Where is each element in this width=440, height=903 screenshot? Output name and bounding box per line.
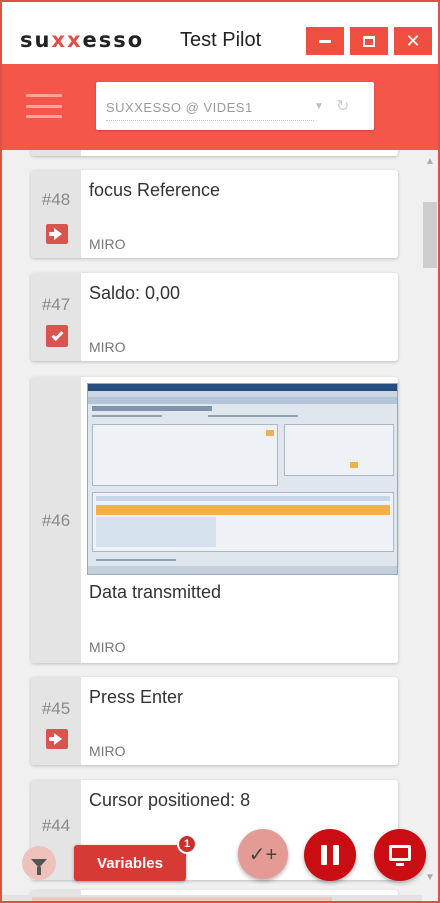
thumbnail-panel — [284, 424, 394, 476]
hamburger-line — [26, 94, 62, 97]
hamburger-icon[interactable] — [26, 94, 62, 118]
step-number-column — [31, 273, 81, 361]
thumbnail-table-row — [96, 505, 390, 515]
step-module: MIRO — [89, 339, 126, 355]
step-card[interactable]: #48 focus Reference MIRO — [31, 170, 398, 258]
arrow-right-icon — [46, 729, 68, 749]
close-button[interactable]: ✕ — [394, 27, 432, 55]
scroll-up-icon[interactable]: ▲ — [425, 156, 435, 167]
thumbnail-toolbar — [88, 397, 397, 404]
logo-part: su — [20, 28, 52, 52]
title-bar[interactable]: suxxesso Test Pilot ✕ — [2, 2, 438, 64]
minimize-icon — [319, 39, 331, 43]
step-module: MIRO — [89, 236, 126, 252]
suxxesso-logo: suxxesso — [20, 28, 144, 52]
step-module: MIRO — [89, 743, 126, 759]
step-number: #47 — [41, 295, 71, 314]
variables-button[interactable]: Variables — [74, 845, 186, 881]
step-number-column — [31, 170, 81, 258]
thumbnail-highlight — [266, 430, 274, 436]
step-title: focus Reference — [89, 180, 221, 200]
project-select[interactable]: SUXXESSO @ VIDES1 ▼ ↻ — [96, 82, 374, 130]
step-title: Data transmitted — [89, 582, 222, 602]
thumbnail-panel — [92, 424, 278, 486]
step-number: #48 — [41, 190, 71, 209]
add-checkpoint-button[interactable]: ✓+ — [238, 829, 288, 879]
step-module: MIRO — [89, 639, 126, 655]
step-title: Press Enter — [89, 687, 184, 707]
step-list[interactable]: #48 focus Reference MIRO #47 Saldo: 0,00… — [2, 150, 438, 901]
scroll-down-icon[interactable]: ▼ — [425, 872, 435, 883]
monitor-icon — [389, 845, 411, 866]
check-icon — [46, 325, 68, 347]
project-select-underline — [106, 120, 314, 121]
thumbnail-line — [208, 415, 298, 417]
toolbar: SUXXESSO @ VIDES1 ▼ ↻ — [2, 64, 438, 150]
step-number-column — [31, 150, 81, 156]
pause-button[interactable] — [304, 829, 356, 881]
maximize-button[interactable] — [350, 27, 388, 55]
thumbnail-heading — [92, 406, 212, 411]
screen-button[interactable] — [374, 829, 426, 881]
variables-count-badge: 1 — [177, 834, 197, 854]
screenshot-thumbnail[interactable] — [87, 383, 398, 575]
step-number-column — [31, 677, 81, 765]
checkpoint-icon: ✓+ — [248, 843, 278, 866]
step-card-partial[interactable] — [31, 150, 398, 156]
step-number: #45 — [41, 699, 71, 718]
scrollbar-thumb[interactable] — [423, 202, 437, 268]
filter-button[interactable] — [22, 846, 56, 880]
step-card[interactable]: #47 Saldo: 0,00 MIRO — [31, 273, 398, 361]
close-icon: ✕ — [405, 30, 421, 51]
horizontal-scrollbar-thumb[interactable] — [32, 897, 332, 901]
arrow-right-icon — [46, 224, 68, 244]
app-title: Test Pilot — [180, 29, 262, 51]
thumbnail-table-body — [96, 517, 216, 547]
horizontal-scrollbar[interactable] — [2, 895, 422, 901]
logo-part-accent: xx — [51, 28, 83, 52]
maximize-icon — [363, 35, 375, 47]
refresh-icon[interactable]: ↻ — [336, 96, 349, 116]
test-pilot-window: suxxesso Test Pilot ✕ SUXXESSO @ VIDES1 … — [0, 0, 440, 903]
thumbnail-titlebar — [88, 384, 397, 391]
pause-icon — [321, 845, 327, 865]
step-card[interactable]: #45 Press Enter MIRO — [31, 677, 398, 765]
thumbnail-highlight — [350, 462, 358, 468]
thumbnail-line — [92, 415, 162, 417]
thumbnail-statusbar — [88, 566, 397, 574]
thumbnail-table-header — [96, 496, 390, 501]
chevron-down-icon[interactable]: ▼ — [314, 101, 324, 112]
vertical-scrollbar[interactable]: ▲ ▼ — [422, 150, 438, 901]
thumbnail-line — [96, 559, 176, 561]
step-number: #46 — [41, 511, 71, 530]
step-title: Cursor positioned: 8 — [89, 790, 251, 810]
step-card[interactable]: #46 Data transmitted MIRO — [31, 377, 398, 663]
pause-icon — [333, 845, 339, 865]
minimize-button[interactable] — [306, 27, 344, 55]
filter-icon — [31, 858, 47, 875]
hamburger-line — [26, 115, 62, 118]
step-number: #44 — [41, 816, 71, 835]
hamburger-line — [26, 104, 62, 108]
logo-part: esso — [82, 28, 145, 52]
step-title: Saldo: 0,00 — [89, 283, 181, 303]
project-select-value: SUXXESSO @ VIDES1 — [106, 100, 253, 115]
